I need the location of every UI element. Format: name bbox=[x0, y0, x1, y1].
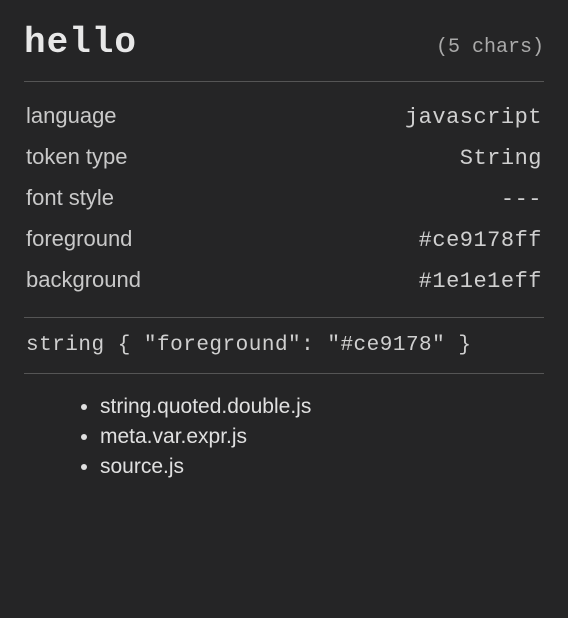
property-label: background bbox=[26, 267, 141, 293]
property-value: #1e1e1eff bbox=[419, 269, 542, 294]
scope-item: string.quoted.double.js bbox=[100, 392, 544, 422]
properties-table: language javascript token type String fo… bbox=[24, 82, 544, 317]
property-row-token-type: token type String bbox=[24, 137, 544, 178]
property-value: String bbox=[460, 146, 542, 171]
property-label: font style bbox=[26, 185, 114, 211]
property-row-foreground: foreground #ce9178ff bbox=[24, 219, 544, 260]
token-header: hello (5 chars) bbox=[24, 22, 544, 81]
theme-rule: string { "foreground": "#ce9178" } bbox=[24, 318, 544, 373]
scope-item: source.js bbox=[100, 452, 544, 482]
property-label: language bbox=[26, 103, 117, 129]
property-row-language: language javascript bbox=[24, 96, 544, 137]
property-label: token type bbox=[26, 144, 128, 170]
property-row-font-style: font style --- bbox=[24, 178, 544, 219]
property-value: #ce9178ff bbox=[419, 228, 542, 253]
char-count: (5 chars) bbox=[436, 36, 544, 59]
scope-item: meta.var.expr.js bbox=[100, 422, 544, 452]
token-text: hello bbox=[24, 22, 137, 63]
scopes-list: string.quoted.double.js meta.var.expr.js… bbox=[80, 392, 544, 482]
scopes-section: string.quoted.double.js meta.var.expr.js… bbox=[24, 374, 544, 482]
property-value: javascript bbox=[405, 105, 542, 130]
property-label: foreground bbox=[26, 226, 132, 252]
property-value: --- bbox=[501, 187, 542, 212]
property-row-background: background #1e1e1eff bbox=[24, 260, 544, 301]
